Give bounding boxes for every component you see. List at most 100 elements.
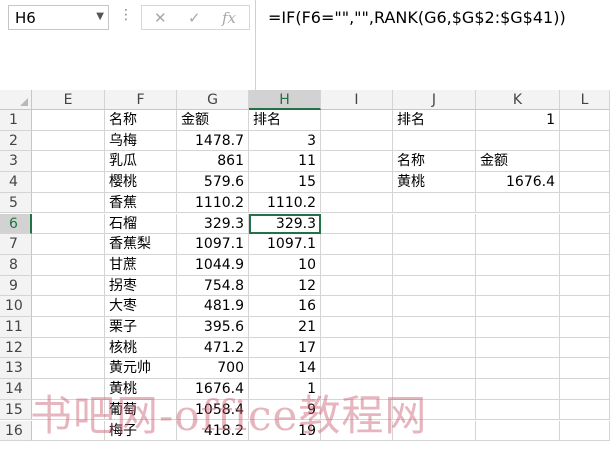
select-all-corner[interactable] [0,90,32,110]
column-header-f[interactable]: F [105,90,177,110]
record-name[interactable]: 核桃 [105,337,177,359]
cell-e11[interactable] [32,317,105,338]
cell-j13[interactable] [393,358,476,380]
record-amount[interactable]: 395.6 [177,317,249,338]
column-header-h[interactable]: H [249,90,321,110]
cell-k2[interactable] [476,130,560,152]
record-amount[interactable]: 471.2 [177,337,249,359]
cell-i6[interactable] [321,213,393,235]
cell-l9[interactable] [560,275,610,297]
cell-l15[interactable] [560,399,610,421]
insert-function-icon[interactable]: fx [222,9,236,27]
cell-j11[interactable] [393,317,476,338]
record-amount[interactable]: 329.3 [177,213,249,235]
cell-e8[interactable] [32,254,105,276]
row-header-15[interactable]: 15 [0,399,32,421]
column-header-k[interactable]: K [476,90,560,110]
record-amount[interactable]: 700 [177,358,249,380]
cell-l16[interactable] [560,420,610,442]
column-header-e[interactable]: E [32,90,105,110]
row-header-3[interactable]: 3 [0,151,32,173]
record-name[interactable]: 栗子 [105,317,177,338]
row-header-4[interactable]: 4 [0,172,32,193]
cell-l6[interactable] [560,213,610,235]
cell-k15[interactable] [476,399,560,421]
cell-k9[interactable] [476,275,560,297]
record-name[interactable]: 甘蔗 [105,254,177,276]
record-amount[interactable]: 861 [177,151,249,173]
record-rank[interactable]: 14 [249,358,321,380]
cell-l11[interactable] [560,317,610,338]
lookup-name-header[interactable]: 名称 [393,151,476,173]
cell-l2[interactable] [560,130,610,152]
record-rank[interactable]: 21 [249,317,321,338]
row-header-12[interactable]: 12 [0,337,32,359]
record-rank[interactable]: 10 [249,254,321,276]
cell-k14[interactable] [476,379,560,400]
record-amount[interactable]: 1478.7 [177,130,249,152]
cell-i13[interactable] [321,358,393,380]
cell-k5[interactable] [476,192,560,214]
record-rank[interactable]: 3 [249,130,321,152]
cell-e12[interactable] [32,337,105,359]
record-rank[interactable]: 17 [249,337,321,359]
formula-text[interactable]: =IF(F6="","",RANK(G6,$G$2:$G$41)) [268,8,566,27]
row-header-9[interactable]: 9 [0,275,32,297]
lookup-amount-value[interactable]: 1676.4 [476,172,560,193]
record-rank[interactable]: 16 [249,296,321,317]
row-header-5[interactable]: 5 [0,192,32,214]
lookup-amount-header[interactable]: 金额 [476,151,560,173]
record-rank[interactable]: 329.3 [249,213,321,235]
record-amount[interactable]: 1097.1 [177,234,249,255]
cell-j7[interactable] [393,234,476,255]
cell-l13[interactable] [560,358,610,380]
record-name[interactable]: 石榴 [105,213,177,235]
cell-i2[interactable] [321,130,393,152]
lookup-rank-label[interactable]: 排名 [393,110,476,131]
cell-e10[interactable] [32,296,105,317]
record-name[interactable]: 乌梅 [105,130,177,152]
cell-e5[interactable] [32,192,105,214]
cell-j12[interactable] [393,337,476,359]
cell-l4[interactable] [560,172,610,193]
row-header-11[interactable]: 11 [0,317,32,338]
record-rank[interactable]: 12 [249,275,321,297]
row-header-10[interactable]: 10 [0,296,32,317]
enter-check-icon[interactable]: ✓ [188,9,201,27]
cell-j6[interactable] [393,213,476,235]
column-header-g[interactable]: G [177,90,249,110]
lookup-rank-value[interactable]: 1 [476,110,560,131]
cell-i5[interactable] [321,192,393,214]
cell-k13[interactable] [476,358,560,380]
cell-e13[interactable] [32,358,105,380]
cell-i3[interactable] [321,151,393,173]
cell-l12[interactable] [560,337,610,359]
record-name[interactable]: 香蕉 [105,192,177,214]
table-header-name[interactable]: 名称 [105,110,177,131]
record-name[interactable]: 拐枣 [105,275,177,297]
cell-k7[interactable] [476,234,560,255]
record-rank[interactable]: 15 [249,172,321,193]
cell-j10[interactable] [393,296,476,317]
cell-e6[interactable] [32,213,105,235]
row-header-2[interactable]: 2 [0,130,32,152]
cell-j2[interactable] [393,130,476,152]
column-header-i[interactable]: I [321,90,393,110]
record-name[interactable]: 香蕉梨 [105,234,177,255]
row-header-6[interactable]: 6 [0,213,32,235]
record-amount[interactable]: 754.8 [177,275,249,297]
cell-e1[interactable] [32,110,105,131]
cell-l8[interactable] [560,254,610,276]
row-header-1[interactable]: 1 [0,110,32,131]
cell-i8[interactable] [321,254,393,276]
column-header-j[interactable]: J [393,90,476,110]
cell-j9[interactable] [393,275,476,297]
record-amount[interactable]: 1044.9 [177,254,249,276]
cell-l7[interactable] [560,234,610,255]
cell-e3[interactable] [32,151,105,173]
table-header-amount[interactable]: 金额 [177,110,249,131]
cell-e9[interactable] [32,275,105,297]
cell-l14[interactable] [560,379,610,400]
cell-k16[interactable] [476,420,560,442]
cell-l5[interactable] [560,192,610,214]
